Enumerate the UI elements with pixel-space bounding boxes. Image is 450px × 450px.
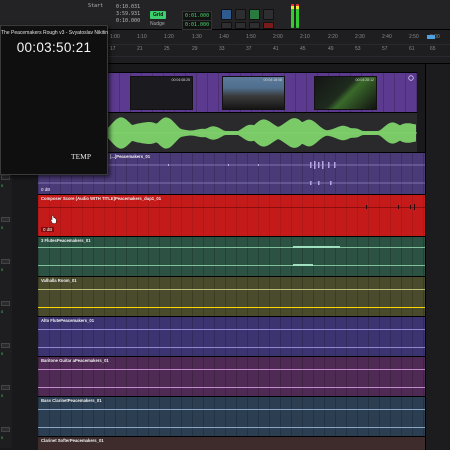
track-volume-value: 0 xyxy=(1,267,4,272)
counter-length-value[interactable]: 0:10.000 xyxy=(116,18,140,24)
video-thumbnail-timecode: 00:04:28:12 xyxy=(355,78,375,82)
bars-ruler[interactable]: 17 21 25 29 33 37 41 45 49 53 57 61 65 xyxy=(108,46,450,57)
level-meter-right xyxy=(296,4,299,28)
audio-waveform xyxy=(108,117,417,149)
video-thumbnail: 00:04:08:25 xyxy=(130,76,193,110)
ruler-tick: 1:40 xyxy=(219,34,229,40)
clip-name: Baritone Guitar aPeacemakers_01 xyxy=(41,358,109,363)
track-lane[interactable]: Valhalla Room_01 xyxy=(38,276,425,316)
ruler-bar-tick: 61 xyxy=(409,46,415,52)
track-volume-value: 0 xyxy=(1,393,4,398)
ruler-tick: 2:50 xyxy=(409,34,419,40)
video-timecode-display: 00:03:50:21 xyxy=(16,40,92,55)
level-meter-left xyxy=(291,4,294,28)
clip-sync-icon xyxy=(408,75,414,81)
clip-name: Bass ClarinetPeacemakers_01 xyxy=(41,398,102,403)
track-button[interactable] xyxy=(1,427,10,432)
temp-watermark: TEMP xyxy=(70,152,91,161)
record-button[interactable] xyxy=(263,22,274,29)
right-scroll-region[interactable] xyxy=(425,64,450,450)
track-volume-value: 0 xyxy=(1,309,4,314)
track-button[interactable] xyxy=(1,385,10,390)
nudge-label: Nudge xyxy=(150,21,165,27)
rewind-button[interactable] xyxy=(221,22,232,29)
video-timecode-window[interactable]: The Peacemakers Rough v3 - Svyatoslav Ni… xyxy=(0,25,108,175)
track-lane[interactable]: Clarinet SofterPeacemakers_01 xyxy=(38,436,425,450)
track-volume-value: 0 xyxy=(1,435,4,440)
track-volume-value: 0 xyxy=(1,351,4,356)
ruler-bar-tick: 41 xyxy=(273,46,279,52)
track-lane-selected[interactable]: Composer Score (Audio WITH TITLE)Peacema… xyxy=(38,194,425,236)
ruler-bar-tick: 37 xyxy=(246,46,252,52)
ruler-bar-tick: 21 xyxy=(137,46,143,52)
video-thumbnail: 00:04:28:12 xyxy=(314,76,377,110)
ruler-bar-tick: 45 xyxy=(300,46,306,52)
track-button[interactable] xyxy=(1,343,10,348)
stop-button[interactable] xyxy=(235,22,246,29)
ruler-tick: 1:10 xyxy=(137,34,147,40)
track-button[interactable] xyxy=(1,217,10,222)
counter-end-value[interactable]: 3:59.931 xyxy=(116,11,140,17)
video-thumbnail-timecode: 00:04:18:08 xyxy=(263,78,283,82)
hand-cursor-icon xyxy=(50,215,57,224)
playhead-marker-icon[interactable] xyxy=(427,35,435,39)
track-lane[interactable]: 3 FlutesPeacemakers_01 xyxy=(38,236,425,276)
ruler-tick: 1:20 xyxy=(164,34,174,40)
clip-name: Alto FlutePeacemakers_01 xyxy=(41,318,95,323)
clip-waveform xyxy=(293,246,340,266)
counter-start-value[interactable]: 0:10.031 xyxy=(116,4,140,10)
clip-name: Clarinet SofterPeacemakers_01 xyxy=(41,438,104,443)
ruler-tick: 2:30 xyxy=(355,34,365,40)
ruler-bar-tick: 65 xyxy=(430,46,436,52)
video-thumbnail-timecode: 00:04:08:25 xyxy=(171,78,191,82)
video-thumbnail: 00:04:18:08 xyxy=(222,76,285,110)
track-button[interactable] xyxy=(1,259,10,264)
ruler-bar-tick: 25 xyxy=(164,46,170,52)
ruler-tick: 1:50 xyxy=(246,34,256,40)
ruler-bar-tick: 17 xyxy=(110,46,116,52)
track-button[interactable] xyxy=(1,301,10,306)
loop-button[interactable] xyxy=(263,9,274,20)
link-timeline-button[interactable] xyxy=(221,9,232,20)
grid-button[interactable]: Grid xyxy=(150,11,167,19)
clip-gain-label[interactable]: 0 dB xyxy=(41,187,50,192)
ruler-tick: 2:10 xyxy=(300,34,310,40)
ruler-bar-tick: 53 xyxy=(355,46,361,52)
track-volume-value: 0 xyxy=(1,183,4,188)
ruler-tick: 1:30 xyxy=(192,34,202,40)
grid-mode-button[interactable] xyxy=(249,9,260,20)
track-lane[interactable]: Bass ClarinetPeacemakers_01 xyxy=(38,396,425,436)
nudge-value-display[interactable]: 0:01.000 xyxy=(182,20,213,30)
clip-gain-label[interactable]: 0 dB xyxy=(41,227,55,232)
track-volume-value: 0 xyxy=(1,225,4,230)
ruler-bar-tick: 57 xyxy=(382,46,388,52)
video-window-title: The Peacemakers Rough v3 - Svyatoslav Ni… xyxy=(1,30,108,36)
clip-waveform xyxy=(366,204,415,210)
play-button[interactable] xyxy=(249,22,260,29)
ruler-tick: 2:20 xyxy=(328,34,338,40)
ruler-bar-tick: 29 xyxy=(192,46,198,52)
ruler-tick: 1:00 xyxy=(110,34,120,40)
snap-button[interactable] xyxy=(235,9,246,20)
counter-start-label: Start xyxy=(88,3,104,9)
audio-waveform-clip[interactable] xyxy=(108,112,417,152)
clip-name: Valhalla Room_01 xyxy=(41,278,77,283)
ruler-bar-tick: 49 xyxy=(328,46,334,52)
track-volume-strip: 0 0 0 0 0 0 0 xyxy=(0,152,12,448)
track-lane[interactable]: Baritone Guitar aPeacemakers_01 xyxy=(38,356,425,396)
min-sec-ruler[interactable]: 1:00 1:10 1:20 1:30 1:40 1:50 2:00 2:10 … xyxy=(108,34,450,45)
track-button[interactable] xyxy=(1,175,10,180)
track-lane[interactable]: Alto FlutePeacemakers_01 xyxy=(38,316,425,356)
ruler-tick: 2:40 xyxy=(382,34,392,40)
ruler-bar-tick: 33 xyxy=(219,46,225,52)
ruler-tick: 2:00 xyxy=(273,34,283,40)
